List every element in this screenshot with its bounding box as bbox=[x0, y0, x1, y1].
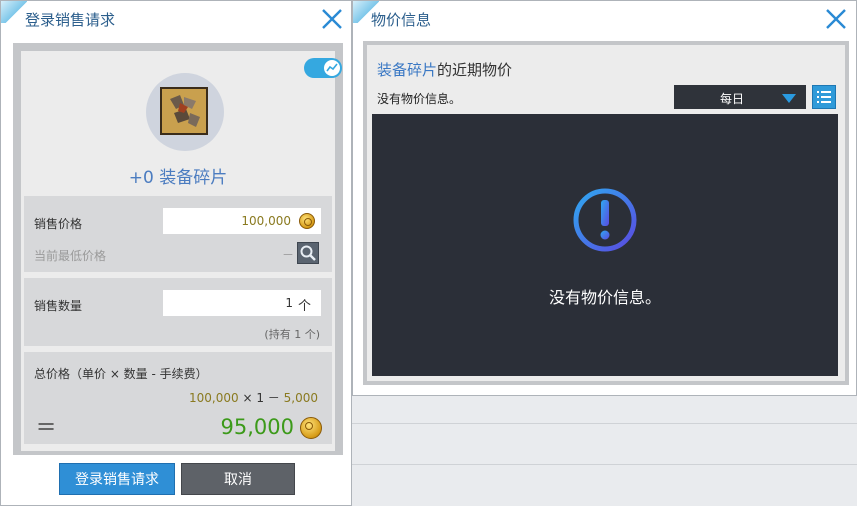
sell-window-titlebar: 登录销售请求 bbox=[1, 1, 351, 35]
sell-quantity-label: 销售数量 bbox=[34, 299, 83, 313]
price-window-title: 物价信息 bbox=[371, 11, 432, 29]
price-section: 销售价格 100,000 当前最低价格 － bbox=[24, 196, 332, 272]
sell-quantity-value: 1 bbox=[285, 296, 293, 310]
quantity-unit: 个 bbox=[297, 299, 311, 314]
heading-suffix: 的近期物价 bbox=[437, 61, 513, 79]
item-slot bbox=[146, 73, 224, 151]
title-accent bbox=[1, 1, 27, 23]
equals-sign: = bbox=[36, 412, 57, 440]
total-section: 总价格（单价 × 数量 - 手续费） 100,000 × 1 － 5,000 =… bbox=[24, 352, 332, 444]
price-heading: 装备碎片的近期物价 bbox=[377, 59, 512, 80]
total-result: 95,000 bbox=[220, 415, 294, 439]
lowest-price-value: － bbox=[282, 248, 295, 262]
period-selected: 每日 bbox=[719, 92, 744, 106]
quantity-section: 销售数量 1 个 (持有 1 个) bbox=[24, 278, 332, 346]
no-price-info-message: 没有物价信息。 bbox=[548, 288, 661, 307]
price-info-window: 物价信息 装备碎片的近期物价 没有物价信息。 每日 没有物价信息。 bbox=[352, 0, 857, 396]
close-icon[interactable] bbox=[320, 7, 344, 31]
total-formula: 100,000 × 1 － 5,000 bbox=[189, 389, 318, 406]
alert-icon bbox=[573, 188, 637, 252]
formula-quantity: 1 bbox=[256, 391, 264, 405]
coin-icon bbox=[299, 213, 315, 229]
period-dropdown[interactable]: 每日 bbox=[674, 85, 806, 109]
sell-panel: +0 装备碎片 销售价格 100,000 当前最低价格 － 销售数量 1 个 (… bbox=[13, 43, 343, 455]
list-icon bbox=[817, 91, 831, 103]
formula-fee: 5,000 bbox=[283, 391, 318, 405]
price-window-titlebar: 物价信息 bbox=[353, 1, 856, 35]
sell-window-title: 登录销售请求 bbox=[25, 11, 116, 29]
list-view-button[interactable] bbox=[812, 85, 836, 109]
formula-times: × bbox=[242, 391, 253, 405]
item-icon bbox=[160, 87, 208, 135]
no-price-info-text: 没有物价信息。 bbox=[377, 92, 462, 106]
price-chart-area: 没有物价信息。 bbox=[372, 114, 838, 376]
price-panel-inner: 装备碎片的近期物价 没有物价信息。 每日 没有物价信息。 bbox=[367, 45, 845, 381]
coin-icon bbox=[300, 417, 322, 439]
lowest-price-label: 当前最低价格 bbox=[34, 249, 107, 263]
sell-request-window: 登录销售请求 +0 装备碎片 销售价格 100,000 当前最低价格 － 销售数… bbox=[0, 0, 352, 506]
close-icon[interactable] bbox=[824, 7, 848, 31]
owned-quantity: (持有 1 个) bbox=[264, 328, 320, 341]
sell-price-input[interactable]: 100,000 bbox=[163, 208, 321, 234]
dropdown-arrow-icon bbox=[782, 94, 796, 103]
search-icon bbox=[300, 245, 316, 261]
heading-item-name: 装备碎片 bbox=[377, 61, 438, 79]
cancel-button[interactable]: 取消 bbox=[181, 463, 295, 495]
formula-unit-price: 100,000 bbox=[188, 391, 239, 405]
formula-minus: － bbox=[267, 391, 280, 405]
sell-price-label: 销售价格 bbox=[34, 217, 83, 231]
price-panel: 装备碎片的近期物价 没有物价信息。 每日 没有物价信息。 bbox=[363, 41, 849, 385]
sell-quantity-input[interactable]: 1 个 bbox=[163, 290, 321, 316]
price-chart-toggle[interactable] bbox=[304, 58, 342, 78]
total-price-label: 总价格（单价 × 数量 - 手续费） bbox=[34, 367, 208, 381]
toggle-chart-icon bbox=[324, 60, 340, 76]
submit-sell-request-button[interactable]: 登录销售请求 bbox=[59, 463, 175, 495]
item-name: +0 装备碎片 bbox=[128, 168, 228, 188]
sell-panel-inner: +0 装备碎片 销售价格 100,000 当前最低价格 － 销售数量 1 个 (… bbox=[21, 51, 342, 451]
search-button[interactable] bbox=[297, 242, 319, 264]
sell-price-value: 100,000 bbox=[241, 214, 291, 228]
